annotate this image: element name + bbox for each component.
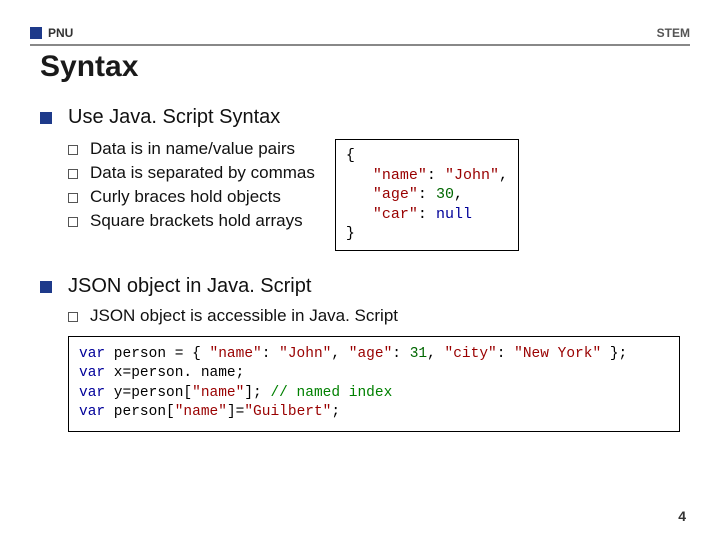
section2-heading: JSON object in Java. Script [68, 275, 311, 298]
section1-heading-row: Use Java. Script Syntax [40, 106, 680, 129]
org-label: PNU [48, 26, 73, 40]
header-left: PNU [30, 26, 73, 40]
page-number: 4 [678, 508, 686, 524]
header-bar: PNU STEM [30, 22, 690, 44]
bullet-text: Curly braces hold objects [90, 187, 281, 207]
dept-label: STEM [657, 26, 690, 40]
list-item: Data is separated by commas [68, 163, 315, 183]
section1-heading: Use Java. Script Syntax [68, 106, 280, 129]
header-marker-icon [30, 27, 42, 39]
hollow-bullet-icon [68, 145, 78, 155]
header-rule [30, 44, 690, 46]
bullet-text: Square brackets hold arrays [90, 211, 303, 231]
section1-bullets: Data is in name/value pairs Data is sepa… [68, 139, 315, 235]
hollow-bullet-icon [68, 312, 78, 322]
bullet-text: JSON object is accessible in Java. Scrip… [90, 306, 398, 326]
list-item: Curly braces hold objects [68, 187, 315, 207]
section1-content: Data is in name/value pairs Data is sepa… [40, 139, 680, 251]
bullet-text: Data is in name/value pairs [90, 139, 295, 159]
code-block-json-literal: { "name": "John", "age": 30, "car": null… [335, 139, 519, 251]
hollow-bullet-icon [68, 193, 78, 203]
body: Use Java. Script Syntax Data is in name/… [40, 100, 680, 432]
list-item: Data is in name/value pairs [68, 139, 315, 159]
list-item: Square brackets hold arrays [68, 211, 315, 231]
page-title: Syntax [40, 50, 138, 84]
bullet-text: Data is separated by commas [90, 163, 315, 183]
slide: PNU STEM Syntax Use Java. Script Syntax … [0, 0, 720, 540]
hollow-bullet-icon [68, 169, 78, 179]
square-bullet-icon [40, 281, 52, 293]
list-item: JSON object is accessible in Java. Scrip… [68, 306, 680, 326]
code-block-js-usage: var person = { "name": "John", "age": 31… [68, 336, 680, 432]
hollow-bullet-icon [68, 217, 78, 227]
square-bullet-icon [40, 112, 52, 124]
section2: JSON object in Java. Script JSON object … [40, 275, 680, 432]
section2-bullets: JSON object is accessible in Java. Scrip… [68, 306, 680, 326]
section2-heading-row: JSON object in Java. Script [40, 275, 680, 298]
